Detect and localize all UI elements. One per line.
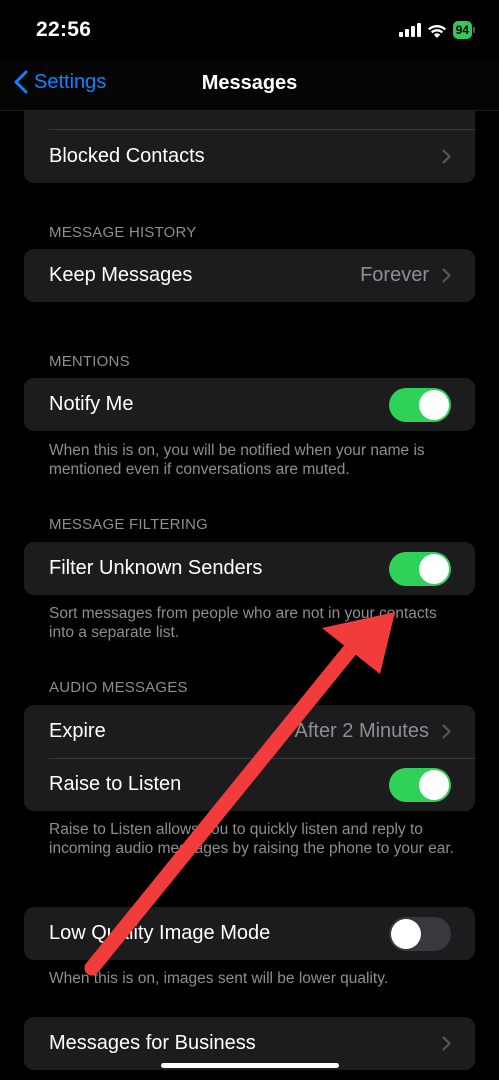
low-quality-image-mode-row: Low Quality Image Mode <box>24 907 475 960</box>
blocked-contacts-label: Blocked Contacts <box>49 145 205 167</box>
mentions-header: MENTIONS <box>49 353 130 370</box>
battery-level: 94 <box>452 21 472 39</box>
chevron-right-icon <box>442 268 451 283</box>
wifi-icon <box>427 24 446 38</box>
battery-icon <box>473 27 475 33</box>
toggle-knob <box>419 554 449 584</box>
toggle-knob <box>419 770 449 800</box>
status-icons: 94 <box>398 20 475 40</box>
raise-to-listen-toggle[interactable] <box>389 768 451 802</box>
low-quality-image-mode-toggle[interactable] <box>389 917 451 951</box>
mentions-footer: When this is on, you will be notified wh… <box>49 442 425 478</box>
expire-label: Expire <box>49 720 106 742</box>
keep-messages-label: Keep Messages <box>49 264 193 286</box>
mentions-group: Notify Me <box>24 378 475 431</box>
status-time: 22:56 <box>36 18 92 41</box>
low-quality-image-mode-label: Low Quality Image Mode <box>49 922 271 944</box>
notify-me-toggle[interactable] <box>389 388 451 422</box>
keep-messages-row[interactable]: Keep Messages Forever <box>24 249 475 302</box>
messages-for-business-label: Messages for Business <box>49 1032 256 1054</box>
blocked-group: Blocked Contacts <box>24 111 475 183</box>
filter-unknown-senders-toggle[interactable] <box>389 552 451 586</box>
toggle-knob <box>419 390 449 420</box>
blocked-contacts-row[interactable]: Blocked Contacts <box>24 130 475 183</box>
low-quality-group: Low Quality Image Mode <box>24 907 475 960</box>
navigation-bar: Settings Messages <box>0 60 499 111</box>
filtering-footer: Sort messages from people who are not in… <box>49 605 437 641</box>
audio-footer: Raise to Listen allows you to quickly li… <box>49 821 454 857</box>
home-indicator[interactable] <box>161 1063 339 1068</box>
message-history-group: Keep Messages Forever <box>24 249 475 302</box>
chevron-right-icon <box>442 1036 451 1051</box>
status-bar: 22:56 94 <box>0 0 499 60</box>
low-quality-footer: When this is on, images sent will be low… <box>49 970 389 987</box>
filter-unknown-senders-row: Filter Unknown Senders <box>24 542 475 595</box>
page-title: Messages <box>201 72 298 94</box>
cellular-signal-icon <box>398 23 421 37</box>
message-filtering-group: Filter Unknown Senders <box>24 542 475 595</box>
settings-list[interactable]: Blocked Contacts MESSAGE HISTORY Keep Me… <box>0 111 499 1080</box>
notify-me-label: Notify Me <box>49 393 134 415</box>
toggle-knob <box>391 919 421 949</box>
chevron-right-icon <box>442 724 451 739</box>
message-filtering-header: MESSAGE FILTERING <box>49 516 208 533</box>
notify-me-row: Notify Me <box>24 378 475 431</box>
raise-to-listen-row: Raise to Listen <box>24 758 475 811</box>
filter-unknown-senders-label: Filter Unknown Senders <box>49 557 263 579</box>
audio-messages-group: Expire After 2 Minutes Raise to Listen <box>24 705 475 811</box>
audio-messages-header: AUDIO MESSAGES <box>49 679 188 696</box>
chevron-right-icon <box>442 149 451 164</box>
raise-to-listen-label: Raise to Listen <box>49 773 182 795</box>
keep-messages-value: Forever <box>360 264 429 286</box>
expire-row[interactable]: Expire After 2 Minutes <box>24 705 475 758</box>
message-history-header: MESSAGE HISTORY <box>49 224 197 241</box>
expire-value: After 2 Minutes <box>294 720 429 742</box>
